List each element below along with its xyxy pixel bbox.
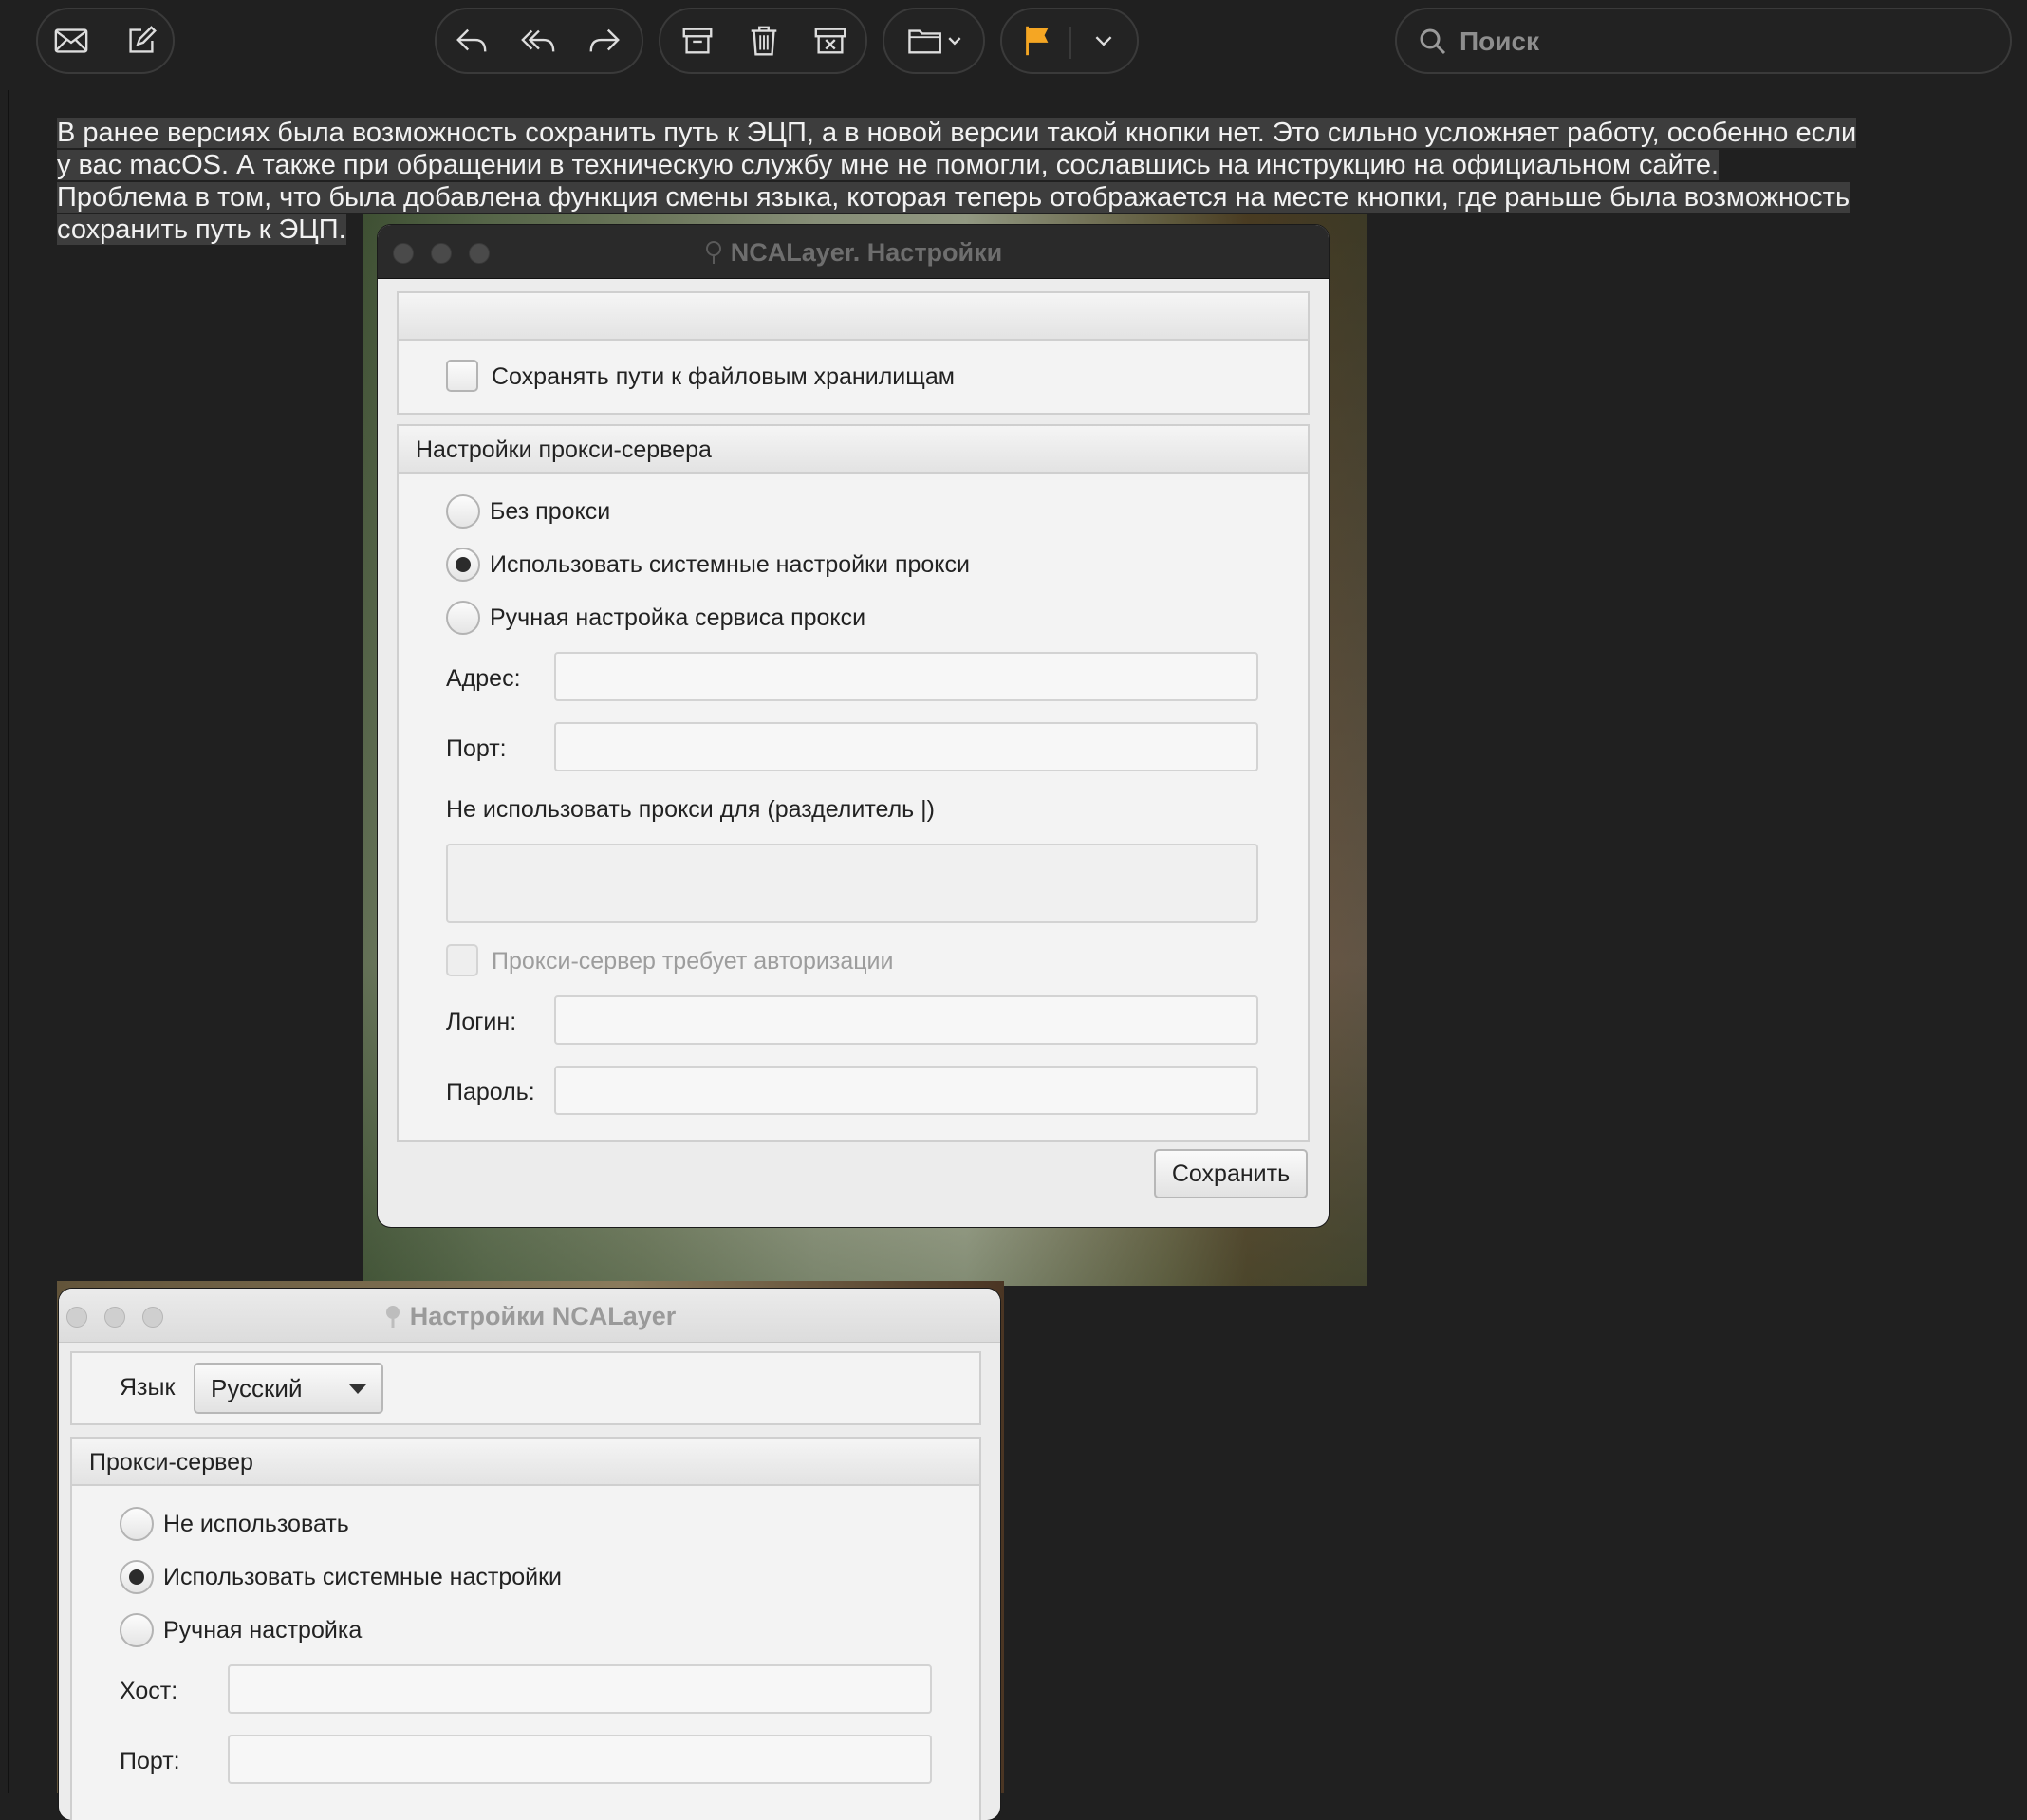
search-field[interactable]: Поиск [1395, 8, 2012, 74]
host-field[interactable] [228, 1664, 932, 1714]
radio-system-proxy-label: Использовать системные настройки [163, 1564, 563, 1590]
window-title: Настройки NCALayer [59, 1302, 1000, 1331]
radio-manual-proxy[interactable] [446, 601, 480, 635]
no-proxy-label: Не использовать прокси для (разделитель … [446, 796, 935, 823]
proxy-server-panel: Прокси-сервер Не использовать Использова… [70, 1437, 981, 1820]
toolbar-separator [1069, 27, 1071, 59]
reply-all-icon[interactable] [516, 19, 560, 63]
language-panel: Язык Русский [70, 1351, 981, 1425]
message-line: у вас macOS. А также при обращении в тех… [57, 150, 1720, 180]
language-label: Язык [120, 1374, 176, 1401]
folder-move-icon[interactable] [900, 19, 972, 63]
port-field[interactable] [228, 1735, 932, 1784]
window-title-text: Настройки NCALayer [409, 1302, 677, 1330]
window-title-text: NCALayer. Настройки [730, 238, 1003, 267]
login-label: Логин: [446, 1009, 517, 1035]
port-label: Порт: [120, 1748, 180, 1774]
message-line: сохранить путь к ЭЦП. [57, 214, 346, 245]
dropdown-arrow-icon [349, 1384, 366, 1394]
panel-header [399, 293, 1308, 341]
language-select[interactable]: Русский [194, 1363, 383, 1414]
toolbar-group-flag [1000, 8, 1139, 74]
radio-no-proxy-label: Без прокси [490, 498, 611, 525]
trash-icon[interactable] [742, 19, 786, 63]
old-settings-titlebar: NCALayer. Настройки [378, 225, 1329, 279]
flag-icon[interactable] [1015, 19, 1059, 63]
radio-no-proxy-label: Не использовать [163, 1511, 349, 1537]
port-field[interactable] [554, 722, 1258, 771]
window-edge [8, 90, 9, 1793]
window-title: NCALayer. Настройки [378, 238, 1329, 268]
mail-icon[interactable] [49, 19, 93, 63]
proxy-section-header: Прокси-сервер [72, 1439, 979, 1486]
new-settings-window: Настройки NCALayer Язык Русский Прокси-с… [59, 1289, 1000, 1820]
radio-system-proxy[interactable] [120, 1560, 154, 1594]
host-label: Хост: [120, 1678, 178, 1704]
message-line: Проблема в том, что была добавлена функц… [57, 182, 1850, 213]
radio-manual-proxy-label: Ручная настройка сервиса прокси [490, 604, 866, 631]
save-paths-label: Сохранять пути к файловым хранилищам [492, 363, 955, 390]
search-icon [1420, 28, 1446, 55]
port-label: Порт: [446, 735, 507, 762]
junk-icon[interactable] [809, 19, 852, 63]
radio-system-proxy[interactable] [446, 548, 480, 582]
ncalayer-app-icon [705, 241, 721, 264]
radio-no-proxy[interactable] [120, 1507, 154, 1541]
message-line: В ранее версиях была возможность сохрани… [57, 118, 1857, 148]
storage-paths-panel: Сохранять пути к файловым хранилищам [397, 291, 1310, 415]
save-button[interactable]: Сохранить [1154, 1149, 1308, 1198]
login-field[interactable] [554, 995, 1258, 1045]
password-label: Пароль: [446, 1079, 535, 1105]
archive-icon[interactable] [676, 19, 719, 63]
search-placeholder: Поиск [1460, 27, 1540, 56]
proxy-auth-checkbox[interactable] [446, 944, 478, 976]
toolbar-group-mail [36, 8, 175, 74]
address-label: Адрес: [446, 665, 521, 692]
compose-icon[interactable] [120, 19, 163, 63]
address-field[interactable] [554, 652, 1258, 701]
chevron-down-icon[interactable] [1082, 19, 1125, 63]
proxy-auth-label: Прокси-сервер требует авторизации [492, 948, 894, 975]
old-settings-window: NCALayer. Настройки Сохранять пути к фай… [378, 225, 1329, 1227]
forward-icon[interactable] [583, 19, 626, 63]
proxy-settings-panel: Настройки прокси-сервера Без прокси Испо… [397, 424, 1310, 1142]
radio-manual-proxy[interactable] [120, 1613, 154, 1647]
password-field[interactable] [554, 1066, 1258, 1115]
no-proxy-field[interactable] [446, 844, 1258, 923]
toolbar-group-move [883, 8, 985, 74]
radio-no-proxy[interactable] [446, 494, 480, 529]
radio-manual-proxy-label: Ручная настройка [163, 1617, 363, 1644]
language-select-value: Русский [211, 1374, 303, 1402]
ncalayer-app-icon [385, 1306, 400, 1328]
radio-system-proxy-label: Использовать системные настройки прокси [490, 551, 970, 578]
proxy-section-header: Настройки прокси-сервера [399, 426, 1308, 474]
save-paths-checkbox[interactable] [446, 360, 478, 392]
toolbar-group-archive [659, 8, 867, 74]
new-settings-titlebar: Настройки NCALayer [59, 1289, 1000, 1343]
reply-icon[interactable] [450, 19, 493, 63]
toolbar-group-reply [435, 8, 643, 74]
